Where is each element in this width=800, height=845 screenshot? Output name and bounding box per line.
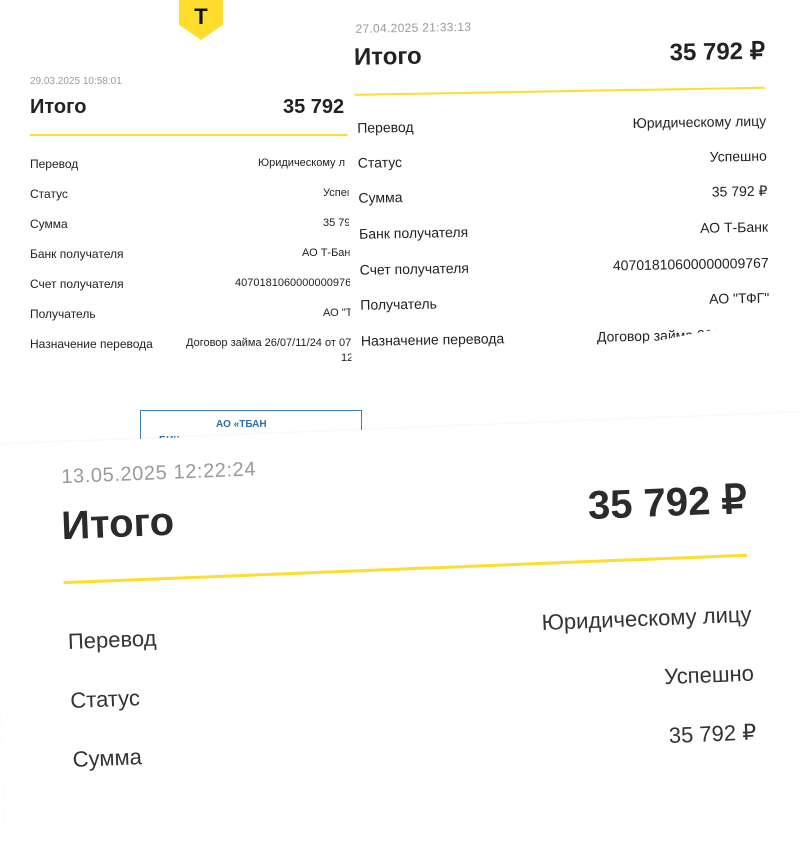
row-label-status: Статус bbox=[69, 685, 141, 713]
row-value-transfer: Юридическому лицу bbox=[541, 601, 752, 635]
row-value-amount: 35 792 ₽ bbox=[668, 719, 757, 748]
row-label-recipient: Получатель bbox=[30, 307, 96, 321]
row-value-bank: АО Т-Банк bbox=[700, 218, 769, 236]
row-value-amount: 35 792 ₽ bbox=[711, 182, 768, 200]
receipt-datetime: 13.05.2025 12:22:24 bbox=[60, 458, 257, 489]
row-label-purpose: Назначение перевода bbox=[30, 337, 153, 351]
total-label: Итого bbox=[30, 96, 87, 118]
row-value-transfer: Юридическому л bbox=[258, 157, 346, 169]
row-value-purpose: Договор займа 26/07/11/24 bbox=[596, 325, 771, 345]
row-label-purpose: Назначение перевода bbox=[360, 330, 505, 349]
row-value-transfer: Юридическому лицу bbox=[632, 112, 767, 131]
logo-letter: T bbox=[194, 4, 208, 29]
row-label-amount: Сумма bbox=[72, 744, 143, 772]
receipt-1: 29.03.2025 10:58:01 Итого 35 792 Перевод… bbox=[0, 0, 380, 400]
row-label-transfer: Перевод bbox=[30, 157, 79, 171]
row-label-transfer: Перевод bbox=[357, 118, 414, 136]
stamp-text-line1: АО «ТБАН bbox=[216, 419, 267, 430]
receipt-3: 13.05.2025 12:22:24 Итого 35 792 ₽ Перев… bbox=[0, 412, 800, 845]
receipt-datetime: 27.04.2025 21:33:13 bbox=[355, 19, 472, 36]
row-label-bank: Банк получателя bbox=[358, 223, 469, 242]
total-amount: 35 792 ₽ bbox=[669, 37, 766, 67]
row-value-account: 40701810600000009767 bbox=[612, 254, 769, 274]
row-label-amount: Сумма bbox=[358, 189, 403, 206]
row-label-bank: Банк получателя bbox=[30, 247, 124, 261]
total-amount: 35 792 ₽ bbox=[587, 477, 748, 529]
receipt-datetime: 29.03.2025 10:58:01 bbox=[30, 76, 122, 87]
yellow-divider bbox=[63, 553, 748, 585]
row-value-recipient: АО "ТФГ" bbox=[709, 289, 770, 307]
row-value-bank: АО Т-Банк bbox=[302, 247, 356, 259]
row-value-status: Успешно bbox=[709, 147, 767, 165]
receipt-2: 27.04.2025 21:33:13 Итого 35 792 ₽ Перев… bbox=[345, 0, 800, 400]
row-label-account: Счет получателя bbox=[30, 277, 124, 291]
row-value-account: 40701810600000009767 bbox=[235, 277, 358, 289]
row-label-transfer: Перевод bbox=[67, 625, 157, 655]
row-value-status: Успешно bbox=[663, 660, 755, 690]
row-label-recipient: Получатель bbox=[360, 295, 437, 313]
row-label-amount: Сумма bbox=[30, 217, 68, 231]
total-amount: 35 792 bbox=[283, 96, 345, 118]
row-label-status: Статус bbox=[30, 187, 68, 201]
total-label: Итого bbox=[60, 499, 175, 549]
row-value-purpose: Договор займа 26/07/11/24 от 07. bbox=[186, 337, 355, 349]
yellow-divider bbox=[355, 87, 765, 96]
yellow-divider bbox=[30, 134, 380, 136]
total-label: Итого bbox=[353, 42, 422, 71]
row-label-account: Счет получателя bbox=[359, 259, 470, 278]
row-label-status: Статус bbox=[357, 154, 403, 171]
